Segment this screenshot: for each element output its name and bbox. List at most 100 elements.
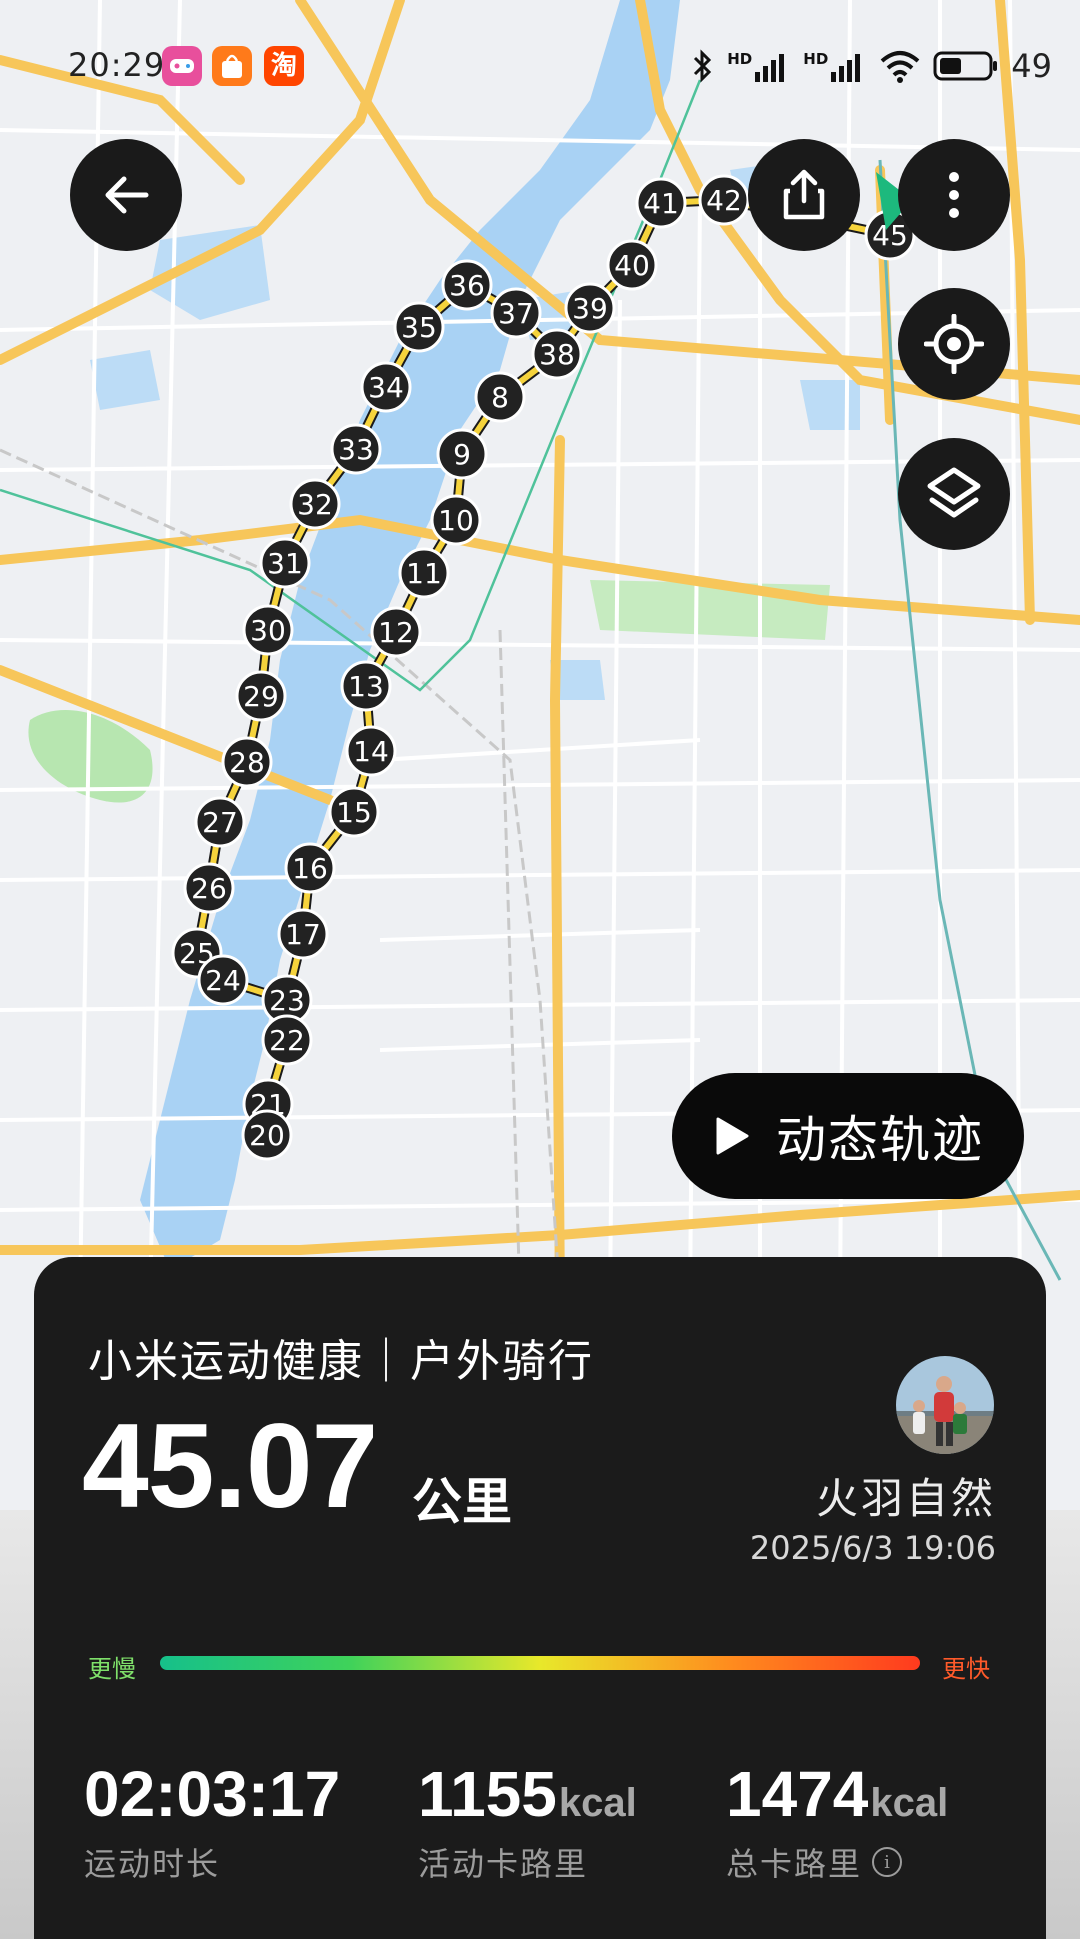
route-marker: 24 bbox=[197, 954, 249, 1006]
route-marker-label: 34 bbox=[368, 371, 404, 404]
share-button[interactable] bbox=[748, 139, 860, 251]
total-calories-label: 总卡路里 bbox=[726, 1845, 863, 1883]
route-marker: 39 bbox=[564, 282, 616, 334]
route-marker-label: 41 bbox=[643, 187, 679, 220]
wifi-icon bbox=[880, 51, 920, 83]
route-marker: 12 bbox=[370, 606, 422, 658]
route-marker: 11 bbox=[398, 547, 450, 599]
route-marker-label: 23 bbox=[269, 984, 305, 1017]
route-marker: 30 bbox=[242, 604, 294, 656]
more-vertical-icon bbox=[949, 172, 959, 218]
route-marker-label: 8 bbox=[491, 381, 509, 414]
route-marker-label: 37 bbox=[498, 297, 534, 330]
total-calories-value: 1474 bbox=[726, 1758, 869, 1830]
shopping-bag-icon bbox=[212, 46, 252, 86]
route-marker-label: 9 bbox=[453, 438, 471, 471]
route-marker: 40 bbox=[606, 239, 658, 291]
route-marker: 14 bbox=[345, 725, 397, 777]
route-marker-label: 29 bbox=[243, 680, 279, 713]
route-marker: 34 bbox=[360, 361, 412, 413]
locate-icon bbox=[924, 314, 984, 374]
battery-icon bbox=[933, 51, 998, 81]
info-icon[interactable]: i bbox=[872, 1847, 903, 1877]
speed-legend-slow: 更慢 bbox=[88, 1655, 136, 1683]
card-title: 小米运动健康｜户外骑行 bbox=[88, 1336, 594, 1387]
bluetooth-icon bbox=[694, 49, 712, 83]
route-marker-label: 12 bbox=[378, 616, 414, 649]
route-marker: 29 bbox=[235, 670, 287, 722]
active-calories-unit: kcal bbox=[558, 1781, 637, 1825]
total-calories-unit: kcal bbox=[870, 1781, 949, 1825]
route-marker: 38 bbox=[531, 328, 583, 380]
route-marker: 17 bbox=[277, 908, 329, 960]
stats-card: 小米运动健康｜户外骑行 45.07 公里 火羽自然 2025/6/3 19:06… bbox=[34, 1257, 1046, 1939]
route-marker: 10 bbox=[430, 494, 482, 546]
route-marker: 16 bbox=[284, 842, 336, 894]
avatar[interactable] bbox=[896, 1356, 994, 1454]
dynamic-track-button[interactable]: 动态轨迹 bbox=[672, 1073, 1024, 1199]
signal-1: HD bbox=[727, 50, 791, 82]
locate-button[interactable] bbox=[898, 288, 1010, 400]
metric-total-calories: 1474kcal 总卡路里 i bbox=[726, 1757, 948, 1885]
duration-value: 02:03:17 bbox=[84, 1758, 341, 1830]
status-time: 20:29 bbox=[68, 46, 166, 84]
route-marker: 41 bbox=[635, 177, 687, 229]
route-marker-label: 39 bbox=[572, 292, 608, 325]
route-marker-label: 30 bbox=[250, 614, 286, 647]
route-marker-label: 42 bbox=[706, 184, 742, 217]
share-icon bbox=[783, 169, 825, 220]
route-marker: 28 bbox=[221, 736, 273, 788]
more-button[interactable] bbox=[898, 139, 1010, 251]
avatar-image bbox=[896, 1356, 994, 1454]
route-marker-label: 13 bbox=[348, 670, 384, 703]
route-marker-label: 14 bbox=[353, 735, 389, 768]
route-marker-label: 27 bbox=[202, 806, 238, 839]
status-bar: 20:29 淘 HD HD 49 bbox=[0, 40, 1080, 90]
route-marker: 8 bbox=[474, 371, 526, 423]
route-marker: 42 bbox=[698, 174, 750, 226]
route-marker: 35 bbox=[393, 301, 445, 353]
route-marker-label: 32 bbox=[297, 488, 333, 521]
route-marker-label: 20 bbox=[249, 1119, 285, 1152]
layers-icon bbox=[927, 467, 981, 518]
distance-value: 45.07 bbox=[82, 1399, 378, 1533]
route-marker-label: 22 bbox=[269, 1024, 305, 1057]
route-marker: 31 bbox=[259, 537, 311, 589]
route-marker: 9 bbox=[436, 428, 488, 480]
route-marker-label: 16 bbox=[292, 852, 328, 885]
signal-bars-icon bbox=[831, 54, 861, 82]
route-marker-label: 38 bbox=[539, 338, 575, 371]
route-marker-label: 15 bbox=[336, 796, 372, 829]
route-marker: 27 bbox=[194, 796, 246, 848]
route-marker-label: 10 bbox=[438, 504, 474, 537]
active-calories-value: 1155 bbox=[418, 1758, 557, 1830]
layers-button[interactable] bbox=[898, 438, 1010, 550]
game-center-icon bbox=[162, 46, 202, 86]
signal-bars-icon bbox=[755, 54, 785, 82]
play-icon bbox=[716, 1117, 749, 1155]
activity-datetime: 2025/6/3 19:06 bbox=[749, 1529, 996, 1567]
taobao-icon: 淘 bbox=[264, 46, 304, 86]
route-marker-label: 28 bbox=[229, 746, 265, 779]
route-marker: 15 bbox=[328, 786, 380, 838]
route-marker-label: 40 bbox=[614, 249, 650, 282]
route-marker: 32 bbox=[289, 478, 341, 530]
distance-unit: 公里 bbox=[412, 1472, 512, 1531]
route-marker-label: 31 bbox=[267, 547, 303, 580]
route-marker: 22 bbox=[261, 1014, 313, 1066]
route-marker: 36 bbox=[441, 259, 493, 311]
active-calories-label: 活动卡路里 bbox=[418, 1845, 589, 1883]
arrow-left-icon bbox=[105, 176, 149, 214]
speed-legend-bar bbox=[160, 1656, 920, 1670]
back-button[interactable] bbox=[70, 139, 182, 251]
route-marker-label: 33 bbox=[338, 433, 374, 466]
route-marker: 26 bbox=[183, 862, 235, 914]
dynamic-track-label: 动态轨迹 bbox=[776, 1111, 984, 1169]
route-marker-label: 11 bbox=[406, 557, 442, 590]
route-marker: 37 bbox=[490, 287, 542, 339]
metric-duration: 02:03:17 运动时长 bbox=[84, 1757, 340, 1885]
route-marker-label: 36 bbox=[449, 269, 485, 302]
metric-active-calories: 1155kcal 活动卡路里 bbox=[418, 1757, 637, 1885]
battery-percent: 49 bbox=[1011, 47, 1052, 85]
speed-legend-fast: 更快 bbox=[942, 1655, 990, 1683]
